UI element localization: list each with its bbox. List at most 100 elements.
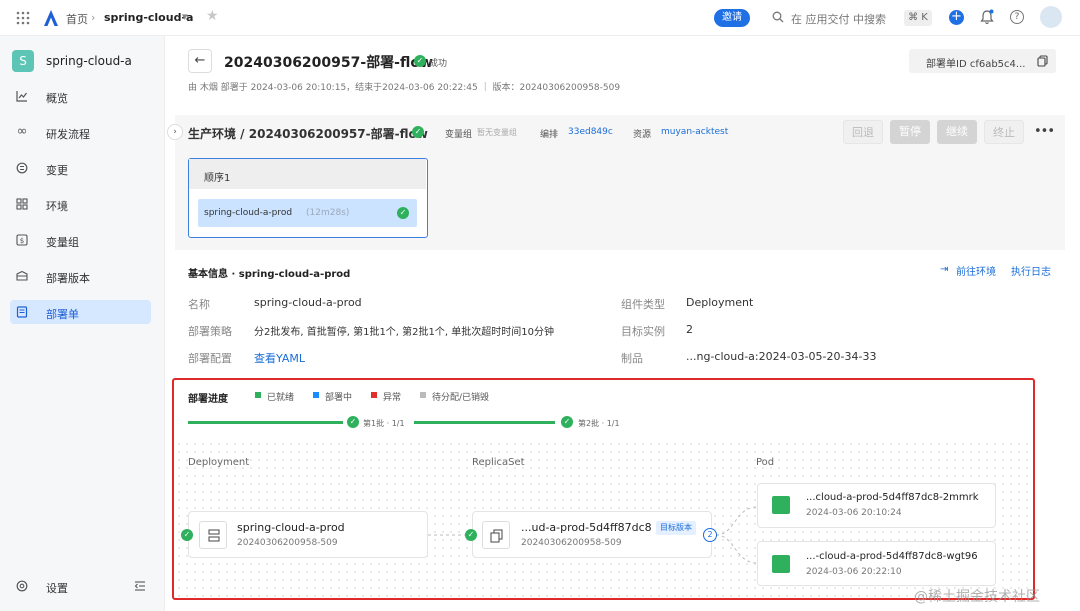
star-icon[interactable]: ★	[206, 8, 219, 24]
legend-pending-label: 待分配/已销毁	[432, 393, 490, 403]
info-title: 基本信息 · spring-cloud-a-prod	[188, 269, 351, 280]
sequence-title: 顺序1	[204, 173, 231, 184]
sidebar-item-deploy-orders[interactable]: 部署单	[10, 300, 151, 324]
search-shortcut-badge: ⌘ K	[904, 10, 932, 26]
search-icon[interactable]	[772, 11, 784, 23]
orch-link[interactable]: 33ed849c	[568, 127, 613, 137]
deployment-name: spring-cloud-a-prod	[237, 521, 345, 534]
sidebar-item-variable-groups[interactable]: $ 变量组	[10, 228, 151, 252]
deployment-icon	[199, 521, 227, 549]
deploy-meta: 由 木烟 部署于 2024-03-06 20:10:15，结束于2024-03-…	[188, 83, 621, 93]
document-icon	[16, 306, 28, 318]
deploy-id-text: 部署单ID cf6ab5c4...	[926, 59, 1026, 70]
breadcrumb-home[interactable]: 首页	[66, 11, 88, 27]
sidebar-app-name[interactable]: spring-cloud-a	[46, 54, 132, 68]
resource-link[interactable]: muyan-acktest	[661, 127, 728, 137]
infinity-icon: ∞	[16, 124, 28, 139]
strategy-label: 部署策略	[188, 325, 232, 338]
pause-button[interactable]: 暂停	[890, 120, 930, 144]
help-icon[interactable]: ?	[1010, 10, 1024, 24]
view-yaml-link[interactable]: 查看YAML	[254, 350, 305, 366]
job-name: spring-cloud-a-prod	[204, 208, 293, 218]
replica-count-badge[interactable]: 2	[703, 528, 717, 542]
sidebar-item-label: 变量组	[46, 236, 79, 249]
legend-deploying-label: 部署中	[325, 393, 353, 403]
create-plus-icon[interactable]: +	[949, 10, 964, 25]
sidebar-item-label: 环境	[46, 200, 68, 213]
orch-label: 编排	[540, 130, 559, 140]
breadcrumb-app[interactable]: spring-cloud-a	[104, 11, 193, 24]
batch1-check-icon: ✓	[347, 416, 359, 428]
sidebar-item-overview[interactable]: 概览	[10, 84, 151, 108]
pod-card[interactable]	[757, 483, 996, 528]
legend-error-swatch	[371, 392, 377, 398]
job-item[interactable]: spring-cloud-a-prod (12m28s) ✓	[198, 199, 417, 227]
continue-button[interactable]: 继续	[937, 120, 977, 144]
legend-error-label: 异常	[383, 393, 402, 403]
back-button[interactable]: ←	[188, 49, 212, 73]
var-group-label: 变量组	[445, 130, 473, 140]
type-value: Deployment	[686, 296, 754, 309]
batch2-label: 第2批 · 1/1	[578, 419, 620, 428]
variable-icon: $	[16, 234, 28, 246]
app-avatar: S	[12, 50, 34, 72]
pod-time: 2024-03-06 20:22:10	[806, 567, 902, 577]
invite-button[interactable]: 邀请	[714, 9, 750, 27]
copy-icon[interactable]	[1037, 55, 1048, 67]
page-title: 20240306200957-部署-flow	[224, 55, 433, 71]
more-menu-icon[interactable]: •••	[1034, 124, 1055, 139]
search-input[interactable]: 在 应用交付 中搜索	[791, 11, 886, 27]
sequence-card: 顺序1 spring-cloud-a-prod (12m28s) ✓	[188, 158, 428, 238]
artifact-label: 制品	[621, 352, 643, 365]
grid-icon	[16, 198, 28, 210]
watermark: @稀土掘金技术社区	[914, 589, 1040, 605]
stop-button[interactable]: 终止	[984, 120, 1024, 144]
sidebar-item-label: 研发流程	[46, 128, 90, 141]
goto-env-icon[interactable]: ⇥	[940, 264, 948, 275]
rollback-button[interactable]: 回退	[843, 120, 883, 144]
batch1-label: 第1批 · 1/1	[363, 419, 405, 428]
apps-grid-icon[interactable]	[16, 11, 30, 25]
stage-title: 生产环境 / 20240306200957-部署-flow	[188, 127, 428, 141]
goto-env-link[interactable]: 前往环境	[956, 263, 996, 278]
sidebar: S spring-cloud-a 概览 ∞ 研发流程 变更 环境 $ 变量组 部…	[0, 36, 165, 611]
job-duration: (12m28s)	[306, 208, 350, 218]
pod-card[interactable]	[757, 541, 996, 586]
notification-bell-icon[interactable]	[980, 9, 994, 25]
chevron-down-icon[interactable]: ▾	[182, 10, 188, 23]
breadcrumb-separator-icon: ›	[91, 11, 96, 24]
col-replicaset-label: ReplicaSet	[472, 457, 525, 468]
pod-name: ...-cloud-a-prod-5d4ff87dc8-wgt96	[806, 551, 978, 562]
brand-logo-icon[interactable]	[43, 9, 59, 27]
pod-time: 2024-03-06 20:10:24	[806, 508, 902, 518]
batch2-check-icon: ✓	[561, 416, 573, 428]
expand-chevron-icon[interactable]: ›	[167, 124, 183, 140]
deploy-id-field[interactable]: 部署单ID cf6ab5c4...	[909, 49, 1056, 73]
package-icon	[16, 270, 28, 282]
var-group-value: 暂无变量组	[477, 128, 517, 137]
resource-label: 资源	[633, 130, 652, 140]
instances-value: 2	[686, 323, 693, 336]
name-value: spring-cloud-a-prod	[254, 296, 362, 309]
batch2-bar	[414, 421, 555, 424]
col-pod-label: Pod	[756, 457, 775, 468]
change-icon	[16, 162, 28, 174]
avatar[interactable]	[1040, 6, 1062, 28]
sidebar-item-dev-flow[interactable]: ∞ 研发流程	[10, 120, 151, 144]
settings-link[interactable]: 设置	[46, 580, 68, 596]
sidebar-item-deploy-versions[interactable]: 部署版本	[10, 264, 151, 288]
instances-label: 目标实例	[621, 325, 665, 338]
target-version-tag: 目标版本	[656, 521, 696, 535]
strategy-value: 分2批发布, 首批暂停, 第1批1个, 第2批1个, 单批次超时时间10分钟	[254, 327, 554, 338]
collapse-sidebar-icon[interactable]	[134, 580, 146, 592]
exec-log-link[interactable]: 执行日志	[1011, 263, 1051, 278]
job-success-icon: ✓	[397, 207, 409, 219]
sidebar-item-environments[interactable]: 环境	[10, 192, 151, 216]
replicaset-icon	[482, 521, 510, 549]
sidebar-item-label: 变更	[46, 164, 68, 177]
svg-text:$: $	[20, 237, 24, 245]
status-badge: 成功	[429, 59, 448, 69]
legend-ready-label: 已就绪	[267, 393, 295, 403]
sidebar-item-changes[interactable]: 变更	[10, 156, 151, 180]
deployment-check-icon: ✓	[181, 529, 193, 541]
